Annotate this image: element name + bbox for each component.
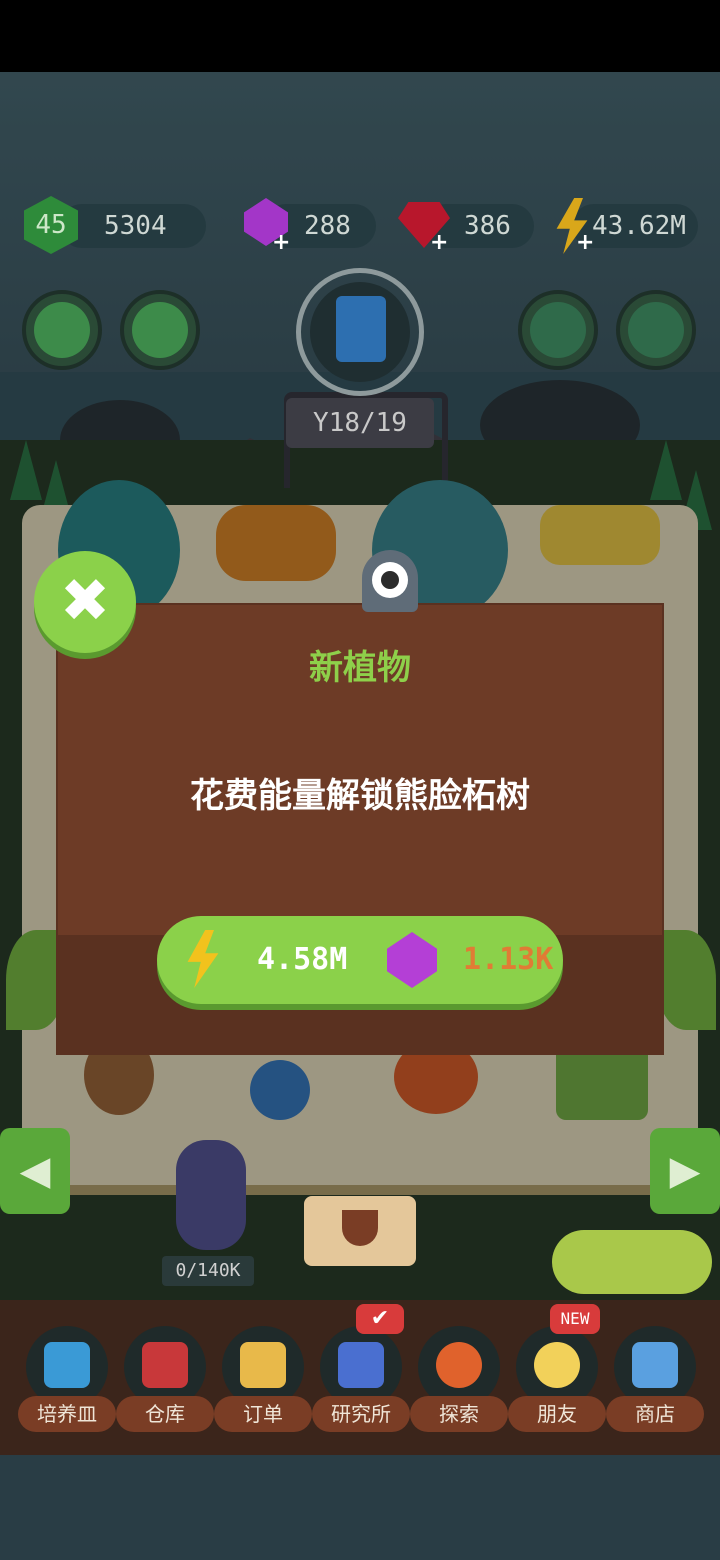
trophy-icon <box>342 1210 378 1246</box>
arrow-right-icon: ▶ <box>669 1148 701 1194</box>
nav-explore[interactable]: 探索 <box>410 1326 508 1436</box>
nav-label: 商店 <box>606 1396 704 1432</box>
close-button[interactable]: ✖ <box>34 551 136 653</box>
friends-new-badge: NEW <box>550 1304 600 1334</box>
gems-value: 288 <box>304 211 351 241</box>
eye-icon <box>372 562 408 598</box>
gear-icon <box>34 302 90 358</box>
gem-cost: 1.13K <box>463 942 554 977</box>
rocket-button[interactable] <box>518 290 598 370</box>
mini-forest-island[interactable] <box>552 1230 712 1294</box>
add-rubies-plus-icon[interactable]: + <box>430 230 448 255</box>
book-icon <box>336 296 386 362</box>
xp-counter: 0/140K <box>162 1256 254 1286</box>
rocket-icon <box>530 302 586 358</box>
scroll-icon <box>240 1342 286 1388</box>
friends-icon <box>534 1342 580 1388</box>
nav-research[interactable]: 研究所 <box>312 1326 410 1436</box>
barn-icon <box>142 1342 188 1388</box>
balloon-icon <box>436 1342 482 1388</box>
prev-page-button[interactable]: ◀ <box>0 1128 70 1214</box>
sprout-icon <box>44 1342 90 1388</box>
nav-label: 研究所 <box>312 1396 410 1432</box>
arrow-left-icon: ◀ <box>19 1148 51 1194</box>
video-camera-icon <box>132 302 188 358</box>
nav-shop[interactable]: 商店 <box>606 1326 704 1436</box>
energy-bolt-icon <box>187 930 219 988</box>
plant-progress-value: 18/19 <box>328 408 407 438</box>
nav-label: 仓库 <box>116 1396 214 1432</box>
nav-label: 探索 <box>410 1396 508 1432</box>
coins-counter: 5304 <box>60 204 206 248</box>
sneaker-icon <box>628 302 684 358</box>
sprout-icon: Y <box>313 408 329 438</box>
nav-label: 朋友 <box>508 1396 606 1432</box>
lab-icon <box>338 1342 384 1388</box>
energy-value: 43.62M <box>592 211 686 241</box>
sneaker-button[interactable] <box>616 290 696 370</box>
nav-label: 订单 <box>214 1396 312 1432</box>
plant-progress-sign: Y18/19 <box>286 398 434 448</box>
settings-button[interactable] <box>22 290 102 370</box>
nav-friends[interactable]: 朋友 <box>508 1326 606 1436</box>
close-icon: ✖ <box>59 566 111 636</box>
shop-icon <box>632 1342 678 1388</box>
maid-monster[interactable] <box>176 1140 246 1250</box>
gem-icon <box>387 932 437 988</box>
status-bar <box>0 0 720 72</box>
next-page-button[interactable]: ▶ <box>650 1128 720 1214</box>
nav-warehouse[interactable]: 仓库 <box>116 1326 214 1436</box>
add-gems-plus-icon[interactable]: + <box>272 230 290 255</box>
trophy-button[interactable] <box>304 1196 416 1266</box>
nav-label: 培养皿 <box>18 1396 116 1432</box>
research-check-badge: ✔ <box>356 1304 404 1334</box>
rubies-value: 386 <box>464 211 511 241</box>
video-button[interactable] <box>120 290 200 370</box>
nav-petri-dish[interactable]: 培养皿 <box>18 1326 116 1436</box>
add-energy-plus-icon[interactable]: + <box>576 230 594 255</box>
unlock-plant-button[interactable]: 4.58M 1.13K <box>157 916 563 1004</box>
energy-cost: 4.58M <box>257 942 348 977</box>
dialog-title: 新植物 <box>309 648 411 688</box>
eye-tab <box>362 550 418 612</box>
coins-value: 5304 <box>104 211 167 241</box>
nav-orders[interactable]: 订单 <box>214 1326 312 1436</box>
dialog-message: 花费能量解锁熊脸柘树 <box>190 776 530 816</box>
